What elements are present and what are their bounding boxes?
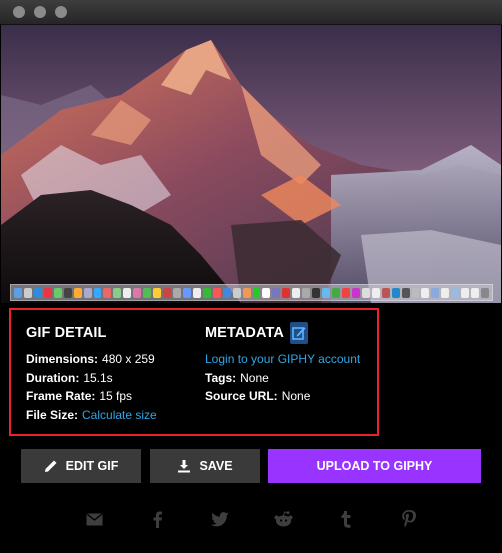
pencil-icon: [44, 460, 57, 472]
minimize-window-button[interactable]: [34, 6, 46, 18]
gif-detail-title: GIF DETAIL: [26, 325, 107, 341]
dimensions-value: 480 x 259: [102, 352, 155, 366]
frame-rate-label: Frame Rate:: [26, 389, 96, 403]
reddit-icon[interactable]: [273, 509, 293, 529]
close-window-button[interactable]: [13, 6, 25, 18]
tags-value: None: [240, 370, 269, 385]
frame-rate-row: Frame Rate: 15 fps: [26, 387, 157, 406]
edit-gif-label: EDIT GIF: [65, 459, 119, 473]
gif-preview: [1, 25, 501, 303]
login-row: Login to your GIPHY account: [205, 350, 360, 369]
file-size-label: File Size:: [26, 407, 79, 422]
share-icons: [0, 509, 502, 529]
dimensions-label: Dimensions:: [26, 352, 99, 366]
upload-to-giphy-button[interactable]: UPLOAD TO GIPHY: [268, 449, 481, 483]
dock-bar: [10, 284, 493, 301]
tags-label: Tags:: [205, 370, 237, 385]
duration-row: Duration: 15.1s: [26, 369, 157, 388]
duration-value: 15.1s: [83, 370, 113, 385]
dimensions-row: Dimensions: 480 x 259: [26, 350, 157, 369]
file-size-row: File Size: Calculate size: [26, 406, 157, 425]
metadata-title-row: METADATA: [205, 322, 360, 344]
giphy-login-link[interactable]: Login to your GIPHY account: [205, 352, 360, 366]
frame-rate-value: 15 fps: [99, 389, 133, 403]
metadata-title: METADATA: [205, 325, 284, 341]
facebook-icon[interactable]: [147, 509, 167, 529]
zoom-window-button[interactable]: [55, 6, 67, 18]
gif-detail-panel: GIF DETAIL Dimensions: 480 x 259 Duration…: [9, 308, 379, 436]
edit-icon[interactable]: [289, 322, 308, 344]
source-url-label: Source URL:: [205, 389, 278, 403]
tags-row: Tags: None: [205, 369, 360, 388]
tumblr-icon[interactable]: [336, 509, 356, 529]
email-icon[interactable]: [84, 509, 104, 529]
window-titlebar: [0, 0, 502, 25]
download-icon: [178, 460, 191, 473]
metadata-column: METADATA Login to your GIPHY account Tag…: [205, 322, 360, 406]
edit-gif-button[interactable]: EDIT GIF: [21, 449, 141, 483]
duration-label: Duration:: [26, 370, 80, 385]
twitter-icon[interactable]: [210, 509, 230, 529]
upload-label: UPLOAD TO GIPHY: [316, 459, 433, 473]
pinterest-icon[interactable]: [399, 509, 419, 529]
calculate-size-link[interactable]: Calculate size: [82, 408, 157, 422]
source-url-value: None: [281, 389, 311, 403]
save-button[interactable]: SAVE: [150, 449, 260, 483]
gif-detail-column: GIF DETAIL Dimensions: 480 x 259 Duration…: [26, 322, 157, 424]
source-url-row: Source URL: None: [205, 387, 360, 406]
save-label: SAVE: [199, 459, 233, 473]
